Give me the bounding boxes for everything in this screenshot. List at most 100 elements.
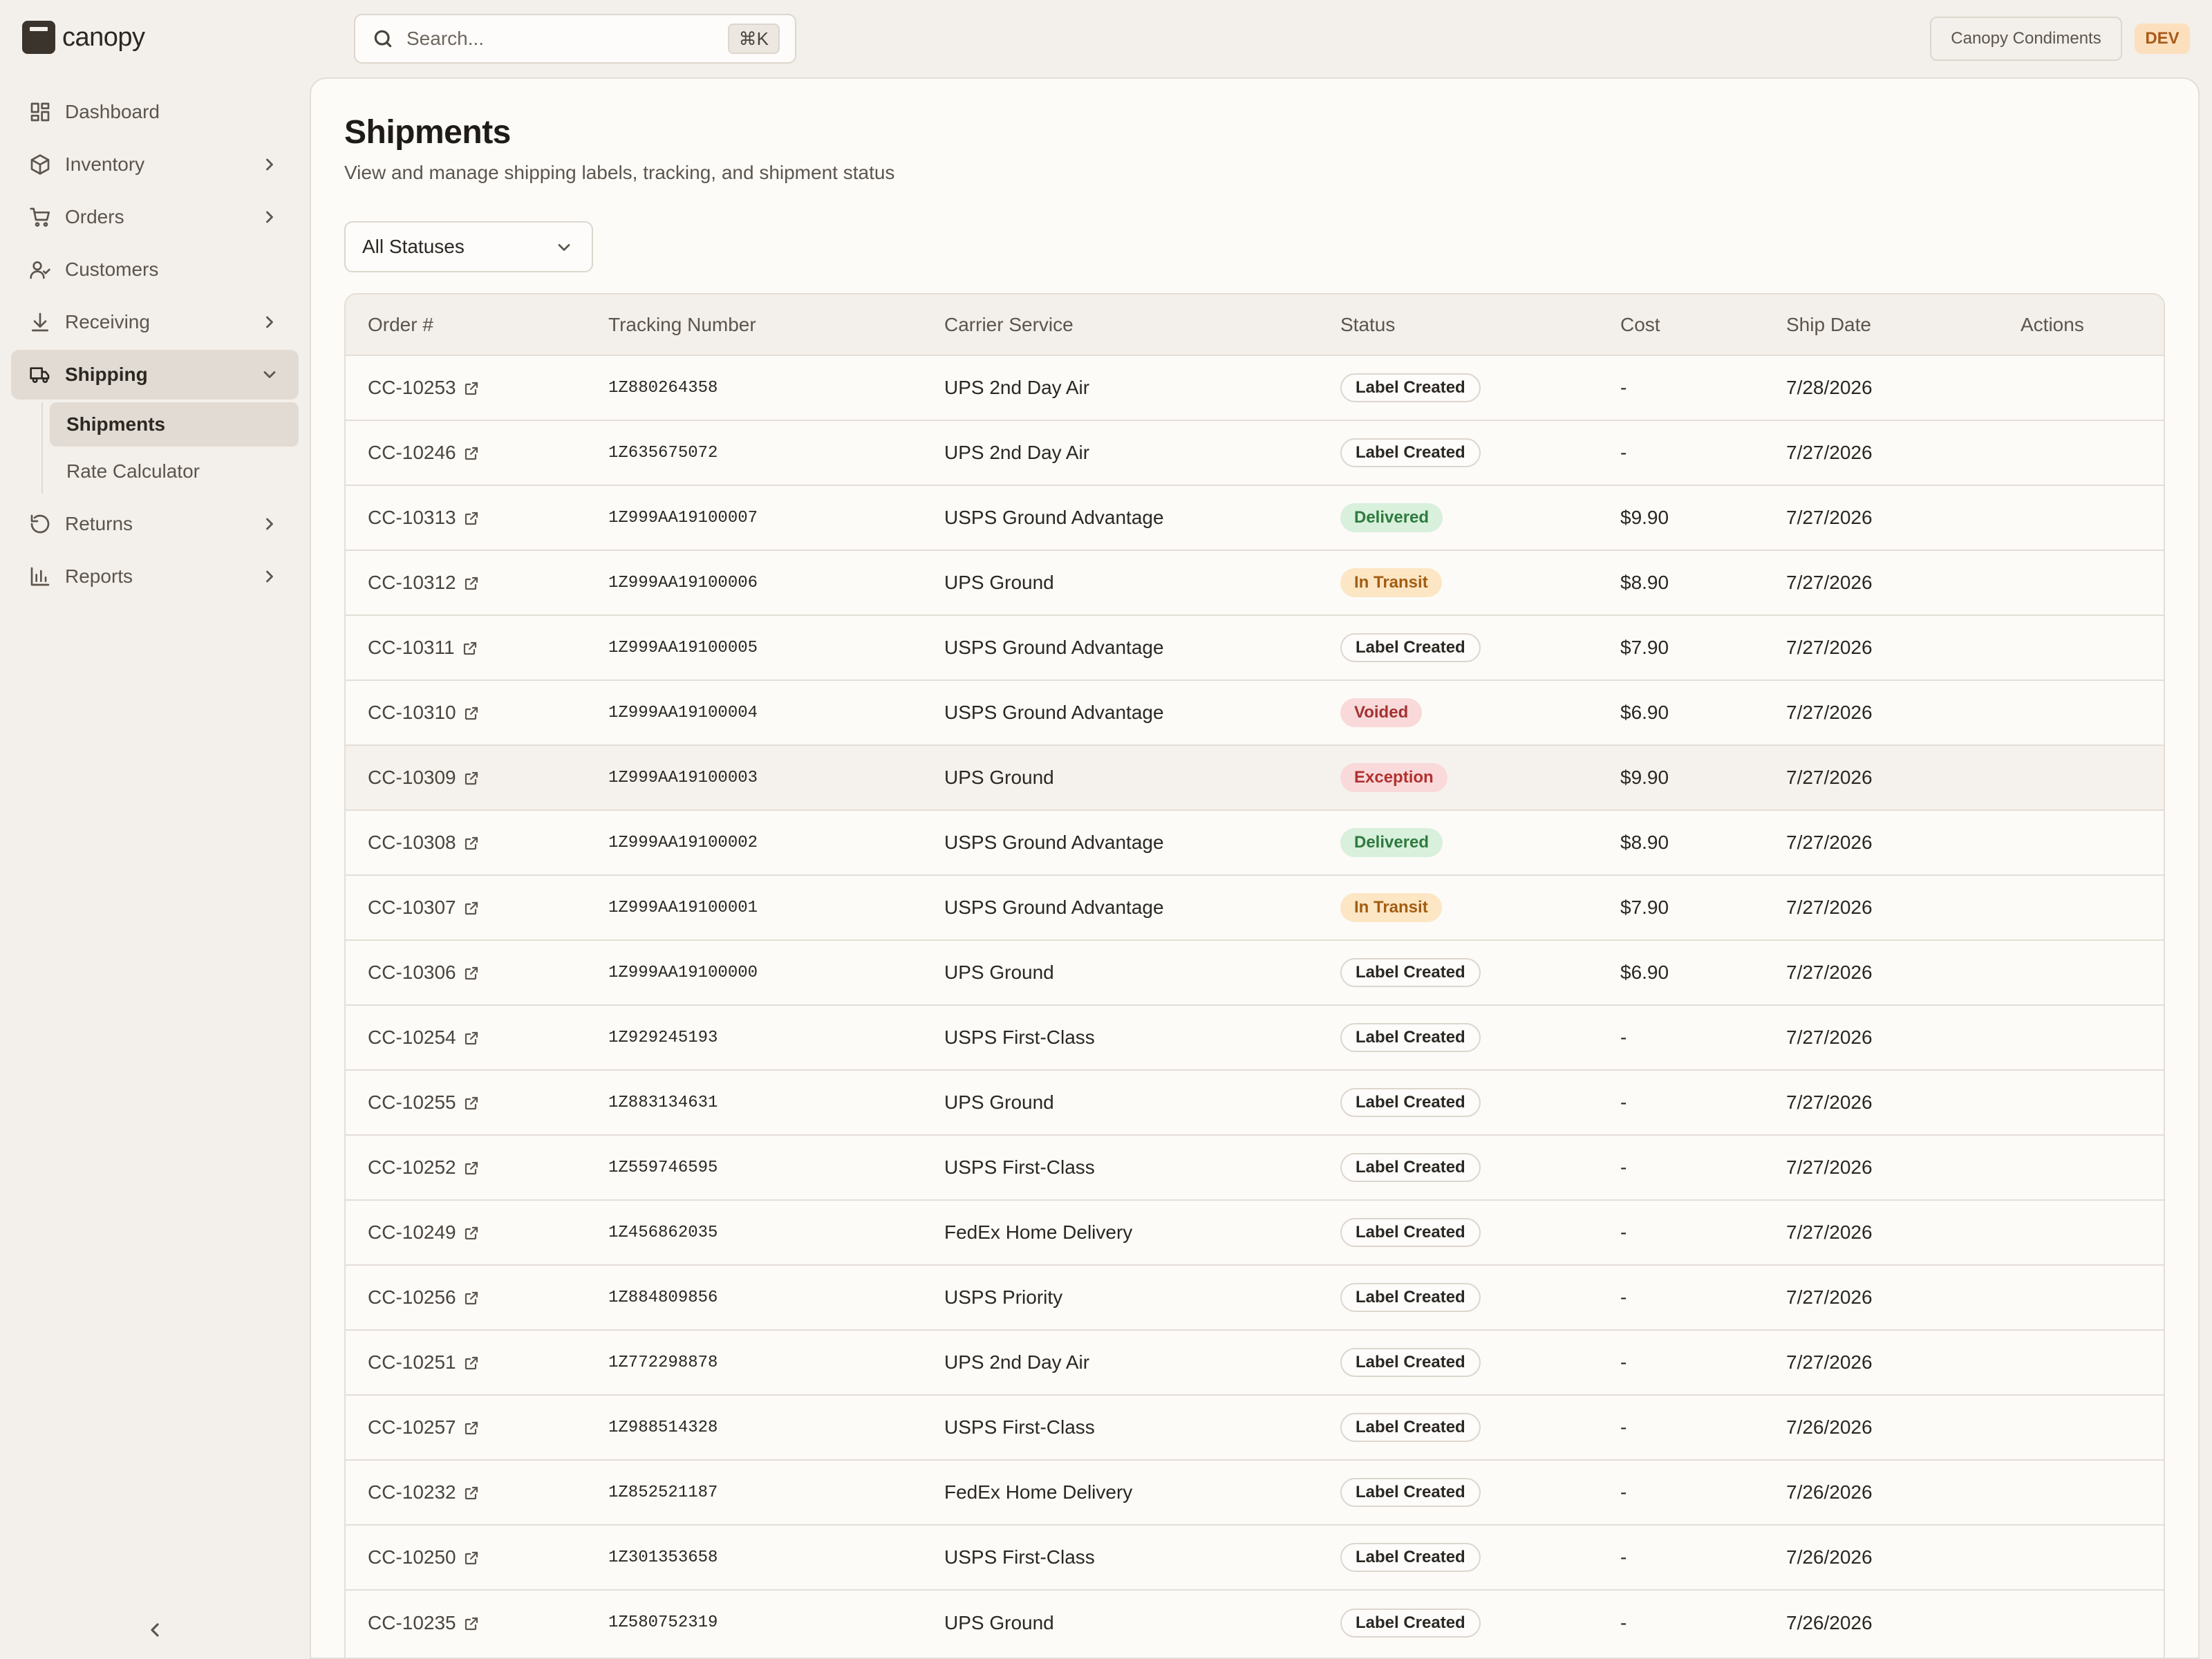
tracking-number[interactable]: 1Z580752319: [586, 1590, 922, 1655]
table-row[interactable]: CC-10310 1Z999AA19100004 USPS Ground Adv…: [346, 680, 2164, 745]
order-number: CC-10253: [368, 377, 456, 398]
sidebar-item-returns[interactable]: Returns: [11, 499, 299, 549]
tracking-number[interactable]: 1Z884809856: [586, 1265, 922, 1330]
order-link[interactable]: CC-10310: [368, 702, 480, 724]
order-link[interactable]: CC-10252: [368, 1156, 480, 1179]
status-cell: Label Created: [1318, 1590, 1598, 1655]
sidebar-item-customers[interactable]: Customers: [11, 245, 299, 294]
table-row[interactable]: CC-10254 1Z929245193 USPS First-Class La…: [346, 1005, 2164, 1070]
external-link-icon: [463, 1159, 480, 1176]
carrier-service: FedEx Home Delivery: [944, 1481, 1133, 1503]
table-row[interactable]: CC-10308 1Z999AA19100002 USPS Ground Adv…: [346, 810, 2164, 875]
tracking-number[interactable]: 1Z559746595: [586, 1135, 922, 1200]
order-link[interactable]: CC-10253: [368, 377, 480, 399]
table-row[interactable]: CC-10253 1Z880264358 UPS 2nd Day Air Lab…: [346, 355, 2164, 420]
search-box[interactable]: ⌘K: [354, 14, 796, 64]
column-header-carrier[interactable]: Carrier Service: [922, 294, 1318, 355]
sidebar-item-rate-calculator[interactable]: Rate Calculator: [50, 449, 299, 494]
table-row[interactable]: CC-10257 1Z988514328 USPS First-Class La…: [346, 1395, 2164, 1460]
table-row[interactable]: CC-10252 1Z559746595 USPS First-Class La…: [346, 1135, 2164, 1200]
sidebar-item-shipping[interactable]: Shipping: [11, 350, 299, 400]
external-link-icon: [463, 574, 480, 591]
tracking-number[interactable]: 1Z999AA19100005: [586, 615, 922, 680]
sidebar-item-dashboard[interactable]: Dashboard: [11, 87, 299, 137]
tracking-number[interactable]: 1Z456862035: [586, 1200, 922, 1265]
order-number: CC-10250: [368, 1546, 456, 1568]
tracking-number[interactable]: 1Z880264358: [586, 355, 922, 420]
order-link[interactable]: CC-10232: [368, 1481, 480, 1503]
table-row[interactable]: CC-10246 1Z635675072 UPS 2nd Day Air Lab…: [346, 420, 2164, 485]
status-filter-select[interactable]: All Statuses: [344, 221, 593, 272]
cost: $6.90: [1620, 962, 1669, 983]
sidebar-item-reports[interactable]: Reports: [11, 552, 299, 601]
order-link[interactable]: CC-10254: [368, 1027, 480, 1049]
table-row[interactable]: CC-10256 1Z884809856 USPS Priority Label…: [346, 1265, 2164, 1330]
order-link[interactable]: CC-10246: [368, 442, 480, 464]
order-link[interactable]: CC-10255: [368, 1091, 480, 1114]
table-row[interactable]: CC-10312 1Z999AA19100006 UPS Ground In T…: [346, 550, 2164, 615]
order-link[interactable]: CC-10235: [368, 1612, 480, 1634]
order-link[interactable]: CC-10308: [368, 832, 480, 854]
column-header-cost[interactable]: Cost: [1598, 294, 1764, 355]
order-link[interactable]: CC-10309: [368, 767, 480, 789]
tracking-number[interactable]: 1Z999AA19100001: [586, 875, 922, 940]
table-row[interactable]: CC-10250 1Z301353658 USPS First-Class La…: [346, 1525, 2164, 1590]
tracking-number[interactable]: 1Z999AA19100002: [586, 810, 922, 875]
order-number: CC-10306: [368, 962, 456, 983]
table-row[interactable]: CC-10313 1Z999AA19100007 USPS Ground Adv…: [346, 485, 2164, 550]
external-link-icon: [463, 1419, 480, 1436]
tracking-number[interactable]: 1Z852521187: [586, 1460, 922, 1525]
status-badge: In Transit: [1340, 893, 1442, 922]
order-link[interactable]: CC-10249: [368, 1221, 480, 1244]
sidebar-item-inventory[interactable]: Inventory: [11, 140, 299, 189]
table-row[interactable]: CC-10309 1Z999AA19100003 UPS Ground Exce…: [346, 745, 2164, 810]
app-logo[interactable]: canopy: [22, 21, 145, 54]
actions-cell: [1998, 1265, 2164, 1330]
column-header-status[interactable]: Status: [1318, 294, 1598, 355]
order-cell: CC-10255: [346, 1070, 586, 1135]
table-row[interactable]: CC-10306 1Z999AA19100000 UPS Ground Labe…: [346, 940, 2164, 1005]
order-link[interactable]: CC-10250: [368, 1546, 480, 1568]
sidebar-item-shipments[interactable]: Shipments: [50, 402, 299, 447]
order-link[interactable]: CC-10306: [368, 962, 480, 984]
status-badge: Label Created: [1340, 1478, 1481, 1507]
sidebar-item-receiving[interactable]: Receiving: [11, 297, 299, 347]
tracking-number[interactable]: 1Z999AA19100007: [586, 485, 922, 550]
carrier-service: UPS Ground: [944, 572, 1054, 593]
tracking-number[interactable]: 1Z999AA19100003: [586, 745, 922, 810]
table-row[interactable]: CC-10235 1Z580752319 UPS Ground Label Cr…: [346, 1590, 2164, 1655]
collapse-sidebar-button[interactable]: [144, 1619, 166, 1641]
order-link[interactable]: CC-10307: [368, 897, 480, 919]
search-input[interactable]: [406, 28, 711, 50]
company-switcher-button[interactable]: Canopy Condiments: [1930, 17, 2122, 61]
column-header-order[interactable]: Order #: [346, 294, 586, 355]
order-link[interactable]: CC-10311: [368, 637, 478, 659]
tracking-number[interactable]: 1Z301353658: [586, 1525, 922, 1590]
order-link[interactable]: CC-10257: [368, 1416, 480, 1438]
external-link-icon: [463, 964, 480, 981]
sidebar-item-orders[interactable]: Orders: [11, 192, 299, 242]
tracking-number[interactable]: 1Z999AA19100006: [586, 550, 922, 615]
tracking-number[interactable]: 1Z988514328: [586, 1395, 922, 1460]
column-header-tracking[interactable]: Tracking Number: [586, 294, 922, 355]
tracking-number[interactable]: 1Z929245193: [586, 1005, 922, 1070]
table-row[interactable]: CC-10307 1Z999AA19100001 USPS Ground Adv…: [346, 875, 2164, 940]
tracking-number[interactable]: 1Z999AA19100000: [586, 940, 922, 1005]
table-row[interactable]: CC-10232 1Z852521187 FedEx Home Delivery…: [346, 1460, 2164, 1525]
tracking-number[interactable]: 1Z635675072: [586, 420, 922, 485]
order-link[interactable]: CC-10312: [368, 572, 480, 594]
column-header-ship-date[interactable]: Ship Date: [1764, 294, 1998, 355]
cost: $8.90: [1620, 572, 1669, 593]
table-row[interactable]: CC-10311 1Z999AA19100005 USPS Ground Adv…: [346, 615, 2164, 680]
tracking-number[interactable]: 1Z999AA19100004: [586, 680, 922, 745]
carrier-service: USPS First-Class: [944, 1416, 1095, 1438]
table-row[interactable]: CC-10251 1Z772298878 UPS 2nd Day Air Lab…: [346, 1330, 2164, 1395]
order-link[interactable]: CC-10251: [368, 1351, 480, 1374]
order-link[interactable]: CC-10313: [368, 507, 480, 529]
order-link[interactable]: CC-10256: [368, 1286, 480, 1309]
page-subtitle: View and manage shipping labels, trackin…: [344, 162, 895, 183]
tracking-number[interactable]: 1Z883134631: [586, 1070, 922, 1135]
table-row[interactable]: CC-10255 1Z883134631 UPS Ground Label Cr…: [346, 1070, 2164, 1135]
tracking-number[interactable]: 1Z772298878: [586, 1330, 922, 1395]
table-row[interactable]: CC-10249 1Z456862035 FedEx Home Delivery…: [346, 1200, 2164, 1265]
